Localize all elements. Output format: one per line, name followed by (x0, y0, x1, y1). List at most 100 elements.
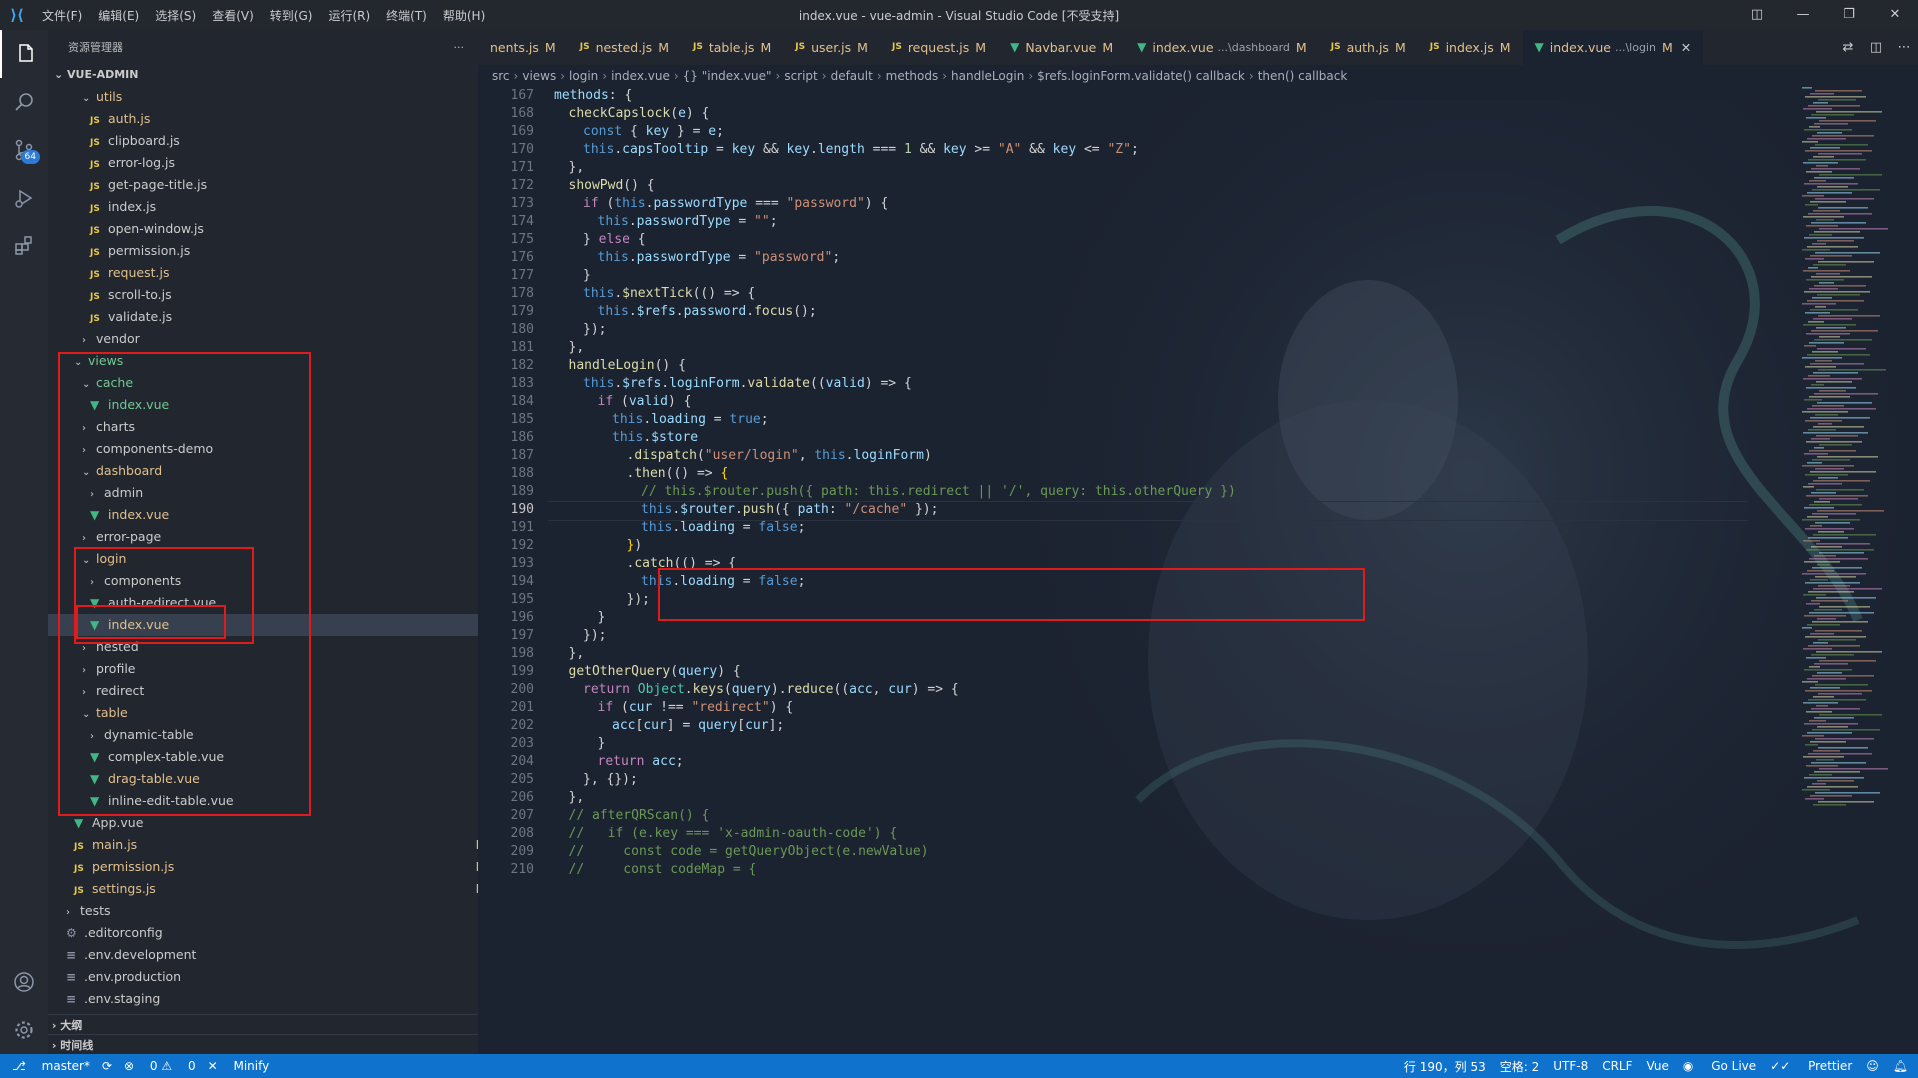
layout-icon[interactable]: ◫ (1734, 0, 1780, 30)
tree-folder[interactable]: › admin (48, 482, 520, 504)
editor-tab[interactable]: nents.js M (478, 30, 568, 65)
run-debug-button[interactable] (0, 174, 48, 222)
editor-tab[interactable]: JS nested.js M (568, 30, 681, 65)
minify-status[interactable]: ✕ Minify (208, 1059, 270, 1073)
encoding[interactable]: UTF-8 (1553, 1059, 1588, 1073)
tree-folder[interactable]: ⌄dashboard• (48, 460, 512, 482)
notifications-icon[interactable]: 🔔︎ (1893, 1059, 1908, 1073)
tree-file[interactable]: JSmain.jsM (48, 834, 504, 856)
tree-file[interactable]: ▼drag-table.vueM (48, 768, 520, 790)
tree-file[interactable]: JS index.js (48, 196, 520, 218)
tree-file[interactable]: ⚙ .editorconfig (48, 922, 496, 944)
tree-folder[interactable]: ⌄views• (48, 350, 504, 372)
tree-file[interactable]: ▼ App.vue (48, 812, 504, 834)
tree-file[interactable]: ▼index.vueM (48, 614, 520, 636)
tree-file[interactable]: ≡ .env.staging (48, 988, 496, 1010)
menu-item[interactable]: 查看(V) (204, 7, 262, 24)
menu-item[interactable]: 转到(G) (262, 7, 321, 24)
editor-tab[interactable]: JS index.js M (1418, 30, 1523, 65)
tree-folder[interactable]: › components (48, 570, 520, 592)
breadcrumb-item[interactable]: handleLogin (951, 69, 1024, 83)
breadcrumb-item[interactable]: default (831, 69, 873, 83)
tree-folder[interactable]: › profile (48, 658, 512, 680)
tree-file[interactable]: JS permission.js (48, 240, 520, 262)
tree-file[interactable]: JS scroll-to.js (48, 284, 520, 306)
menu-item[interactable]: 编辑(E) (90, 7, 147, 24)
tree-folder[interactable]: ⌄utils• (48, 86, 512, 108)
menu-item[interactable]: 帮助(H) (435, 7, 493, 24)
minimap[interactable] (1798, 87, 1898, 807)
tree-file[interactable]: JS error-log.js (48, 152, 520, 174)
tree-file[interactable]: JSpermission.jsM (48, 856, 504, 878)
prettier-status[interactable]: ✓✓ Prettier (1770, 1059, 1852, 1073)
breadcrumb-item[interactable]: src (492, 69, 510, 83)
tree-file[interactable]: ▼index.vueM (48, 504, 520, 526)
tree-folder[interactable]: › nested (48, 636, 512, 658)
menu-item[interactable]: 运行(R) (320, 7, 378, 24)
go-live-button[interactable]: ◉ Go Live (1683, 1059, 1756, 1073)
extensions-button[interactable] (0, 222, 48, 270)
editor-tab[interactable]: JS table.js M (681, 30, 783, 65)
breadcrumb-item[interactable]: $refs.loginForm.validate() callback (1037, 69, 1245, 83)
open-changes-icon[interactable]: ⇄ (1834, 40, 1862, 55)
menu-item[interactable]: 选择(S) (147, 7, 204, 24)
explorer-button[interactable] (0, 30, 50, 78)
search-button[interactable] (0, 78, 48, 126)
restore-button[interactable]: ❐ (1826, 0, 1872, 30)
tree-folder[interactable]: ⌄cache• (48, 372, 512, 394)
breadcrumb-item[interactable]: {} "index.vue" (683, 69, 772, 83)
sync-icon[interactable]: ⟳ (102, 1059, 112, 1073)
tree-file[interactable]: JSsettings.jsM (48, 878, 504, 900)
more-actions-button[interactable]: ··· (454, 41, 465, 54)
eol[interactable]: CRLF (1602, 1059, 1632, 1073)
close-icon[interactable]: ✕ (1681, 30, 1691, 65)
tree-file[interactable]: ≡ .env.development (48, 944, 496, 966)
editor-tab[interactable]: ▼ index.vue ...\login M ✕ (1522, 30, 1704, 65)
breadcrumb-item[interactable]: then() callback (1258, 69, 1348, 83)
tree-folder[interactable]: ⌄login• (48, 548, 512, 570)
tree-file[interactable]: ▼index.vueU (48, 394, 520, 416)
manage-button[interactable] (0, 1006, 48, 1054)
tree-folder[interactable]: ⌄table• (48, 702, 512, 724)
source-control-button[interactable]: 64 (0, 126, 48, 174)
tree-file[interactable]: JSrequest.jsM (48, 262, 520, 284)
breadcrumb-item[interactable]: index.vue (611, 69, 670, 83)
indentation[interactable]: 空格: 2 (1500, 1058, 1540, 1075)
tree-file[interactable]: JSauth.jsM (48, 108, 520, 130)
tree-file[interactable]: ▼ inline-edit-table.vue (48, 790, 520, 812)
editor-tab[interactable]: JS request.js M (880, 30, 998, 65)
tree-file[interactable]: ▼ auth-redirect.vue (48, 592, 520, 614)
language-mode[interactable]: Vue (1647, 1059, 1669, 1073)
more-icon[interactable]: ⋯ (1890, 40, 1918, 55)
project-root[interactable]: ⌄ VUE-ADMIN (48, 64, 478, 86)
feedback-icon[interactable]: ☺ (1866, 1059, 1879, 1073)
breadcrumb-item[interactable]: methods (886, 69, 939, 83)
split-editor-icon[interactable]: ◫ (1862, 40, 1890, 55)
tree-folder[interactable]: › error-page (48, 526, 512, 548)
tree-folder[interactable]: › redirect (48, 680, 512, 702)
problems-status[interactable]: ⊗ 0 ⚠ 0 (124, 1059, 196, 1073)
tree-folder[interactable]: › vendor (48, 328, 512, 350)
close-window-button[interactable]: ✕ (1872, 0, 1918, 30)
editor-tab[interactable]: ▼ index.vue ...\dashboard M (1125, 30, 1319, 65)
tree-file[interactable]: JS clipboard.js (48, 130, 520, 152)
breadcrumb-item[interactable]: views (522, 69, 556, 83)
menu-item[interactable]: 文件(F) (34, 7, 90, 24)
editor-tab[interactable]: JS auth.js M (1319, 30, 1418, 65)
tree-file[interactable]: JS open-window.js (48, 218, 520, 240)
breadcrumb-item[interactable]: login (569, 69, 598, 83)
tree-folder[interactable]: › dynamic-table (48, 724, 520, 746)
tree-file[interactable]: ▼ complex-table.vue (48, 746, 520, 768)
tree-file[interactable]: JS validate.js (48, 306, 520, 328)
menu-item[interactable]: 终端(T) (378, 7, 435, 24)
tree-folder[interactable]: › tests (48, 900, 496, 922)
cursor-position[interactable]: 行 190，列 53 (1404, 1058, 1486, 1075)
tree-file[interactable]: JS get-page-title.js (48, 174, 520, 196)
accounts-button[interactable] (0, 958, 48, 1006)
breadcrumb-item[interactable]: script (784, 69, 817, 83)
editor-tab[interactable]: ▼ Navbar.vue M (998, 30, 1125, 65)
minimize-button[interactable]: — (1780, 0, 1826, 30)
branch-status[interactable]: ⎇ master* (12, 1059, 90, 1073)
tree-folder[interactable]: › charts (48, 416, 512, 438)
tree-file[interactable]: ≡ .env.production (48, 966, 496, 988)
